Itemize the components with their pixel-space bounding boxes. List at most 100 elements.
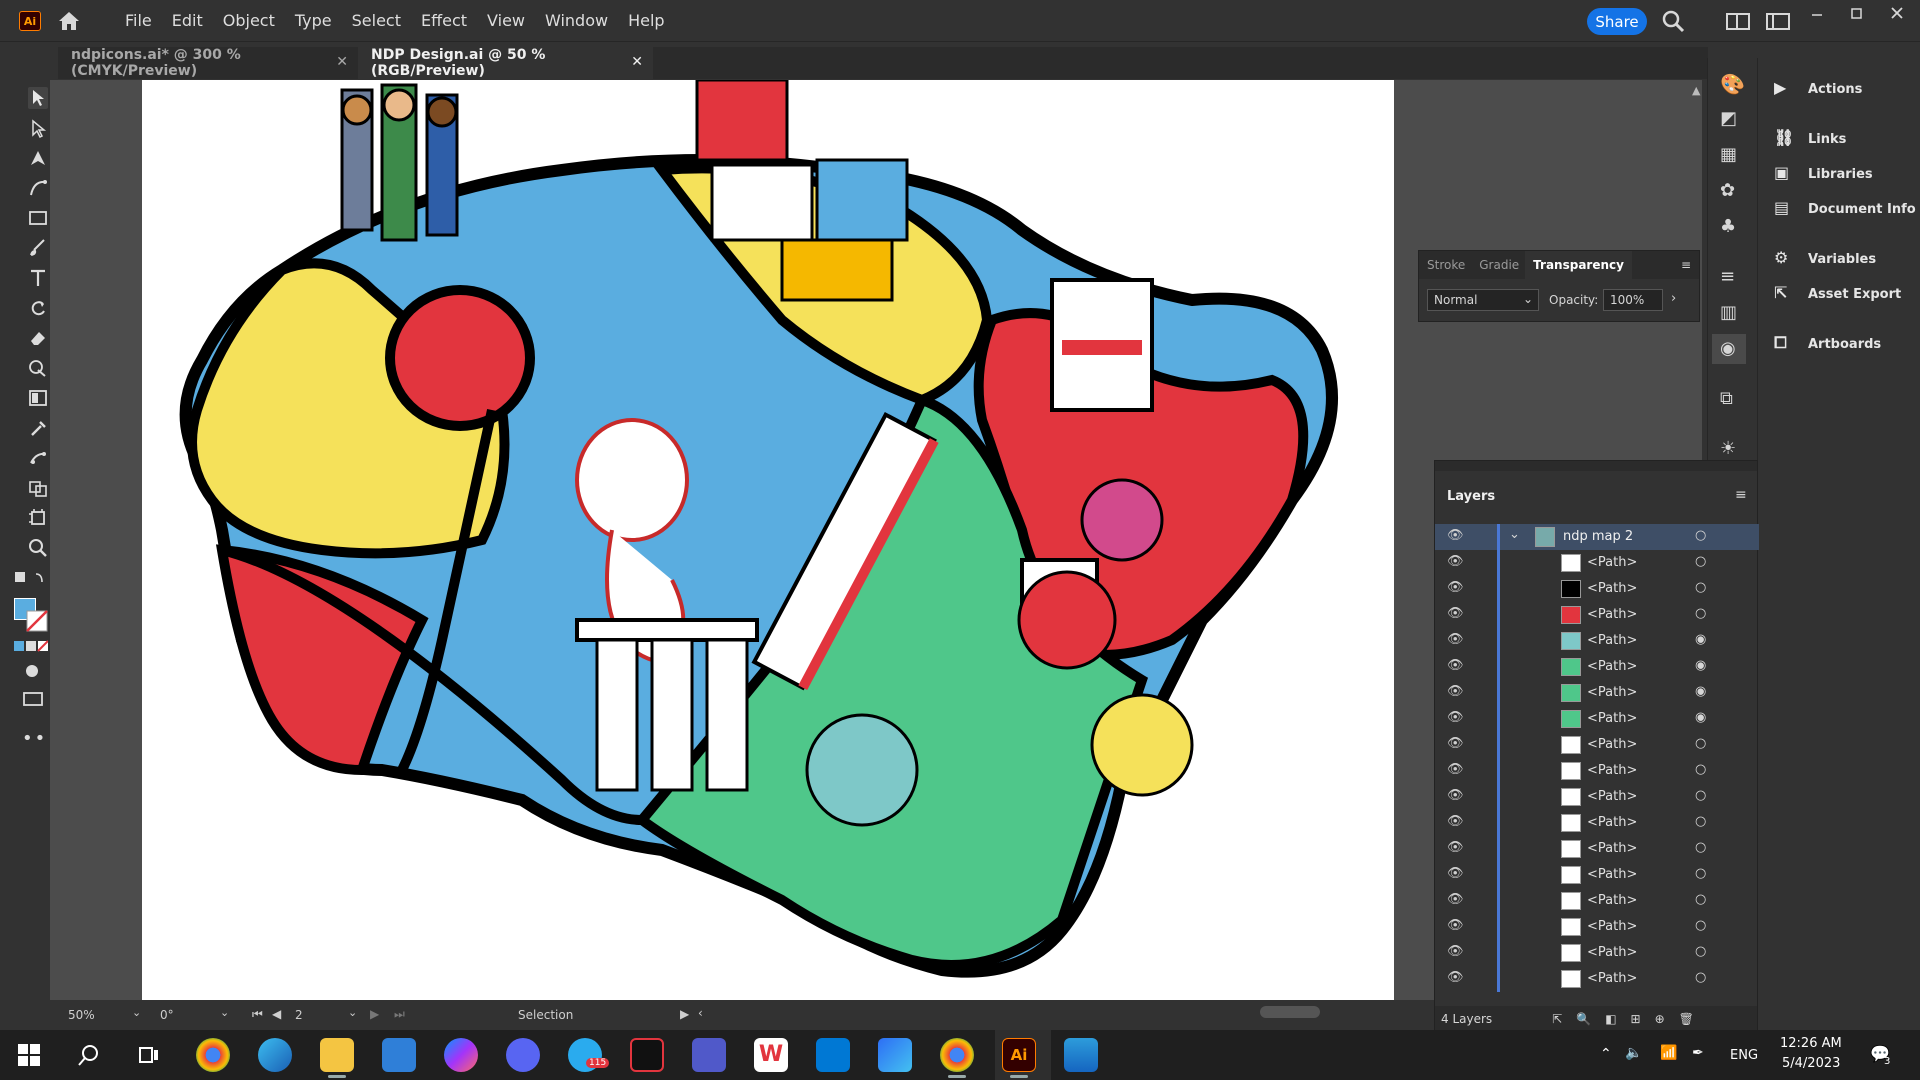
rotate-tool-icon[interactable]	[28, 298, 48, 318]
swatches-panel-icon[interactable]: ▦	[1720, 144, 1737, 165]
layer-row-path[interactable]: 👁 <Path> ◉	[1435, 706, 1759, 732]
chrome-profile-icon[interactable]	[940, 1038, 974, 1072]
visibility-eye-icon[interactable]: 👁	[1447, 528, 1464, 543]
scroll-left-icon[interactable]: ‹	[698, 1006, 703, 1020]
visibility-eye-icon[interactable]: 👁	[1447, 658, 1464, 673]
search-icon[interactable]	[78, 1044, 100, 1066]
artboard-dropdown-icon[interactable]: ⌄	[348, 1006, 357, 1019]
expand-chevron-icon[interactable]: ⌄	[1509, 527, 1520, 542]
artboard-number[interactable]: 2	[295, 1008, 303, 1022]
puppet-warp-tool-icon[interactable]	[28, 448, 48, 468]
graphic-styles-icon[interactable]: ☀	[1720, 438, 1736, 459]
target-circle-icon[interactable]: ◉	[1695, 658, 1706, 673]
layer-row-path[interactable]: 👁 <Path> ○	[1435, 914, 1759, 940]
rectangle-tool-icon[interactable]	[28, 208, 48, 228]
home-icon[interactable]	[56, 10, 82, 32]
target-circle-icon[interactable]: ○	[1695, 606, 1706, 621]
gradient-panel-icon[interactable]: ▥	[1720, 302, 1737, 323]
target-circle-icon[interactable]: ○	[1695, 580, 1706, 595]
menu-edit[interactable]: Edit	[162, 0, 213, 42]
layer-row-path[interactable]: 👁 <Path> ◉	[1435, 628, 1759, 654]
target-circle-icon[interactable]: ○	[1695, 840, 1706, 855]
panel-actions[interactable]: ▶ Actions	[1758, 74, 1920, 104]
color-guide-icon[interactable]: ◩	[1720, 108, 1737, 129]
layer-row-path[interactable]: 👁 <Path> ◉	[1435, 680, 1759, 706]
screen-mode-icon[interactable]	[22, 690, 44, 708]
layer-row-ndp-map[interactable]: 👁 ⌄ ndp map 2 ○	[1435, 524, 1759, 550]
status-menu-icon[interactable]: ▶	[680, 1007, 689, 1021]
visibility-eye-icon[interactable]: 👁	[1447, 580, 1464, 595]
layer-name[interactable]: <Path>	[1587, 893, 1637, 908]
clock-time[interactable]: 12:26 AM	[1780, 1036, 1842, 1051]
paintbrush-tool-icon[interactable]	[28, 238, 48, 258]
visibility-eye-icon[interactable]: 👁	[1447, 814, 1464, 829]
search-icon[interactable]	[1660, 9, 1686, 33]
layer-row-path[interactable]: 👁 <Path> ○	[1435, 576, 1759, 602]
chrome-icon[interactable]	[196, 1038, 230, 1072]
target-circle-icon[interactable]: ○	[1695, 528, 1706, 543]
visibility-eye-icon[interactable]: 👁	[1447, 892, 1464, 907]
layer-name[interactable]: <Path>	[1587, 685, 1637, 700]
transparency-panel-icon[interactable]: ◉	[1712, 334, 1746, 364]
edge-icon[interactable]	[258, 1038, 292, 1072]
stroke-color-swatch[interactable]	[26, 610, 48, 632]
pen-icon[interactable]: ✒	[1692, 1045, 1704, 1061]
menu-object[interactable]: Object	[213, 0, 285, 42]
layer-row-path[interactable]: 👁 <Path> ○	[1435, 888, 1759, 914]
layer-row-path[interactable]: 👁 <Path> ○	[1435, 966, 1759, 992]
visibility-eye-icon[interactable]: 👁	[1447, 606, 1464, 621]
layer-row-path[interactable]: 👁 <Path> ○	[1435, 550, 1759, 576]
next-artboard-icon[interactable]: ▶	[370, 1007, 379, 1021]
close-window-icon[interactable]	[1890, 6, 1904, 20]
panel-asset-export[interactable]: ⇱ Asset Export	[1758, 279, 1920, 309]
menu-file[interactable]: File	[115, 0, 162, 42]
layer-row-path[interactable]: 👁 <Path> ○	[1435, 784, 1759, 810]
visibility-eye-icon[interactable]: 👁	[1447, 710, 1464, 725]
target-circle-icon[interactable]: ◉	[1695, 632, 1706, 647]
panel-grip[interactable]	[1435, 461, 1757, 471]
visibility-eye-icon[interactable]: 👁	[1447, 762, 1464, 777]
color-panel-icon[interactable]: 🎨	[1720, 72, 1745, 96]
locate-object-icon[interactable]: 🔍	[1576, 1012, 1591, 1026]
eyedropper-tool-icon[interactable]	[28, 418, 48, 438]
photos-icon[interactable]	[1064, 1038, 1098, 1072]
ndp-map-illustration[interactable]	[142, 80, 1394, 1000]
free-transform-tool-icon[interactable]	[28, 478, 48, 498]
layer-name[interactable]: <Path>	[1587, 841, 1637, 856]
layer-row-path[interactable]: 👁 <Path> ○	[1435, 810, 1759, 836]
target-circle-icon[interactable]: ○	[1695, 970, 1706, 985]
delete-layer-icon[interactable]: 🗑	[1679, 1012, 1694, 1026]
workspace-switcher-icon[interactable]	[1765, 9, 1791, 33]
visibility-eye-icon[interactable]: 👁	[1447, 866, 1464, 881]
visibility-eye-icon[interactable]: 👁	[1447, 632, 1464, 647]
layer-name[interactable]: <Path>	[1587, 555, 1637, 570]
swap-fill-stroke-icon[interactable]	[14, 570, 46, 590]
file-explorer-icon[interactable]	[320, 1038, 354, 1072]
menu-view[interactable]: View	[477, 0, 535, 42]
illustrator-icon[interactable]: Ai	[1002, 1038, 1036, 1072]
target-circle-icon[interactable]: ○	[1695, 554, 1706, 569]
tab-ndp-design[interactable]: NDP Design.ai @ 50 % (RGB/Preview) ✕	[358, 47, 653, 79]
target-circle-icon[interactable]: ○	[1695, 762, 1706, 777]
previous-artboard-icon[interactable]: ◀	[272, 1007, 281, 1021]
wifi-icon[interactable]: 📶	[1660, 1045, 1677, 1061]
layer-name[interactable]: <Path>	[1587, 867, 1637, 882]
draw-mode-icon[interactable]	[22, 662, 42, 680]
menu-type[interactable]: Type	[285, 0, 342, 42]
selection-tool-icon[interactable]	[28, 87, 48, 109]
panel-document-info[interactable]: ▤ Document Info	[1758, 194, 1920, 224]
layer-name[interactable]: <Path>	[1587, 815, 1637, 830]
visibility-eye-icon[interactable]: 👁	[1447, 970, 1464, 985]
menu-select[interactable]: Select	[342, 0, 411, 42]
appearance-panel-icon[interactable]: ⧉	[1720, 388, 1733, 409]
zoom-level[interactable]: 50%	[68, 1008, 95, 1022]
panel-menu-icon[interactable]: ≡	[1673, 258, 1699, 272]
rotation-value[interactable]: 0°	[160, 1008, 174, 1022]
panel-artboards[interactable]: ⧠ Artboards	[1758, 329, 1920, 359]
tab-gradient[interactable]: Gradie	[1473, 258, 1525, 272]
visibility-eye-icon[interactable]: 👁	[1447, 788, 1464, 803]
last-artboard-icon[interactable]: ⏭	[394, 1007, 405, 1022]
arrange-documents-icon[interactable]	[1725, 9, 1751, 33]
visibility-eye-icon[interactable]: 👁	[1447, 684, 1464, 699]
symbols-panel-icon[interactable]: ♣	[1720, 216, 1736, 237]
